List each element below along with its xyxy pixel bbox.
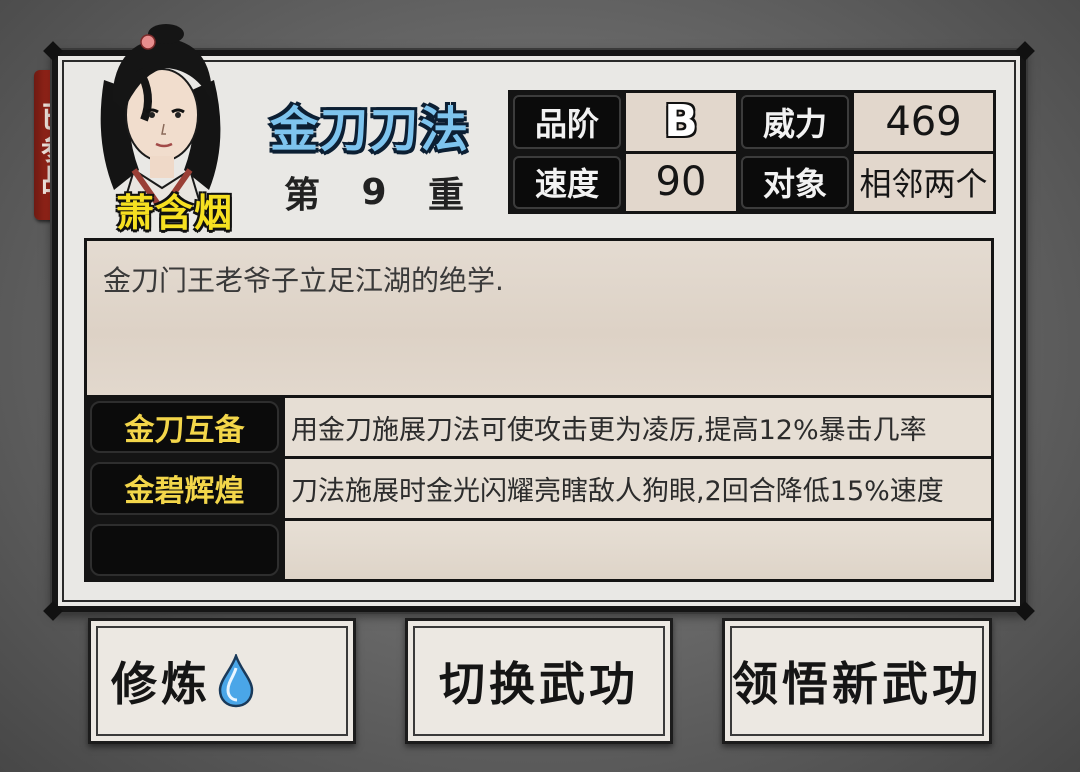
- skill-level: 第 9 重: [284, 170, 464, 217]
- skill-stats-grid: 品阶 B 威力 469 速度 90 对象 相邻两个: [508, 90, 996, 214]
- stat-label-speed: 速度: [513, 155, 621, 209]
- corner-ornament: [43, 41, 63, 61]
- trait-effect: 用金刀施展刀法可使攻击更为凌厉,提高12%暴击几率: [285, 398, 991, 457]
- skill-traits-table: 金刀互备 用金刀施展刀法可使攻击更为凌厉,提高12%暴击几率 金碧辉煌 刀法施展…: [84, 398, 994, 582]
- stat-value-grade: B: [626, 93, 736, 151]
- stat-value-target: 相邻两个: [854, 153, 993, 211]
- learn-new-skill-button[interactable]: 领悟新武功: [722, 618, 992, 744]
- corner-ornament: [1015, 41, 1035, 61]
- level-prefix: 第: [284, 175, 321, 216]
- stat-label-power: 威力: [741, 95, 849, 149]
- corner-ornament: [43, 601, 63, 621]
- train-button[interactable]: 修炼: [88, 618, 356, 744]
- water-drop-icon: [218, 654, 254, 708]
- trait-name-empty-slot: [90, 523, 279, 576]
- level-suffix: 重: [427, 175, 464, 216]
- trait-effect: 刀法施展时金光闪耀亮瞎敌人狗眼,2回合降低15%速度: [285, 459, 991, 518]
- trait-name: 金刀互备: [90, 401, 279, 454]
- stat-label-grade: 品阶: [513, 95, 621, 149]
- level-number: 9: [361, 171, 387, 213]
- train-button-label: 修炼: [111, 657, 211, 711]
- skill-description: 金刀门王老爷子立足江湖的绝学.: [84, 238, 994, 398]
- stat-label-target: 对象: [741, 155, 849, 209]
- trait-effect-empty-slot: [285, 520, 991, 579]
- grade-badge: B: [664, 96, 698, 148]
- trait-name: 金碧辉煌: [90, 462, 279, 515]
- corner-ornament: [1015, 601, 1035, 621]
- skill-title: 金刀刀法: [270, 102, 471, 158]
- stat-value-power: 469: [854, 93, 993, 151]
- switch-skill-button[interactable]: 切换武功: [405, 618, 673, 744]
- character-name: 萧含烟: [116, 191, 234, 235]
- stat-value-speed: 90: [626, 153, 736, 211]
